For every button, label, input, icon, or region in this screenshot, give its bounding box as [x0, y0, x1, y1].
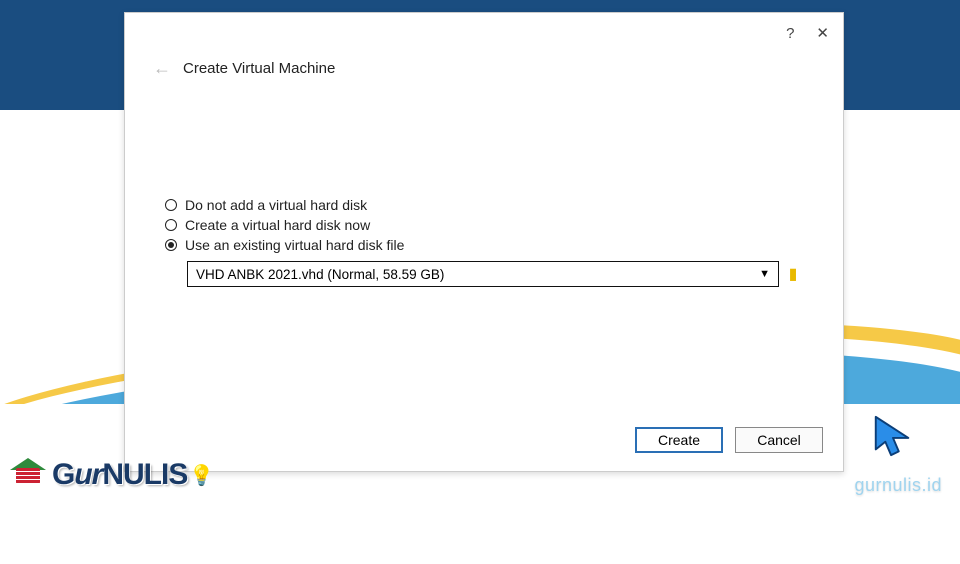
dialog-title: Create Virtual Machine [183, 60, 335, 77]
dialog-body: Do not add a virtual hard disk Create a … [125, 87, 843, 287]
radio-no-disk[interactable]: Do not add a virtual hard disk [165, 197, 803, 213]
disk-file-row: VHD ANBK 2021.vhd (Normal, 58.59 GB) ▼ ▮ [187, 261, 803, 287]
create-button[interactable]: Create [635, 427, 723, 453]
back-arrow-icon[interactable]: ← [153, 59, 171, 77]
logo-text: GurNULIS [52, 458, 187, 492]
dropdown-selected-text: VHD ANBK 2021.vhd (Normal, 58.59 GB) [196, 267, 444, 282]
radio-use-existing[interactable]: Use an existing virtual hard disk file [165, 237, 803, 253]
dialog-button-row: Create Cancel [635, 427, 823, 453]
lightbulb-icon: 💡 [189, 463, 209, 488]
radio-icon [165, 219, 177, 231]
radio-label: Use an existing virtual hard disk file [185, 237, 404, 253]
radio-create-disk[interactable]: Create a virtual hard disk now [165, 217, 803, 233]
browse-folder-icon[interactable]: ▮ [783, 261, 803, 287]
watermark-text: gurnulis.id [854, 475, 942, 496]
radio-icon [165, 199, 177, 211]
radio-label: Create a virtual hard disk now [185, 217, 370, 233]
chevron-down-icon: ▼ [759, 268, 770, 280]
title-bar: ? ✕ [125, 13, 843, 53]
site-logo: GurNULIS 💡 [8, 454, 209, 496]
radio-icon-selected [165, 239, 177, 251]
close-icon[interactable]: ✕ [816, 24, 829, 42]
dialog-header: ← Create Virtual Machine [125, 53, 843, 87]
help-icon[interactable]: ? [786, 25, 794, 42]
grad-cap-icon [8, 454, 50, 496]
radio-label: Do not add a virtual hard disk [185, 197, 367, 213]
create-vm-dialog: ? ✕ ← Create Virtual Machine Do not add … [124, 12, 844, 472]
cancel-button[interactable]: Cancel [735, 427, 823, 453]
disk-file-dropdown[interactable]: VHD ANBK 2021.vhd (Normal, 58.59 GB) ▼ [187, 261, 779, 287]
